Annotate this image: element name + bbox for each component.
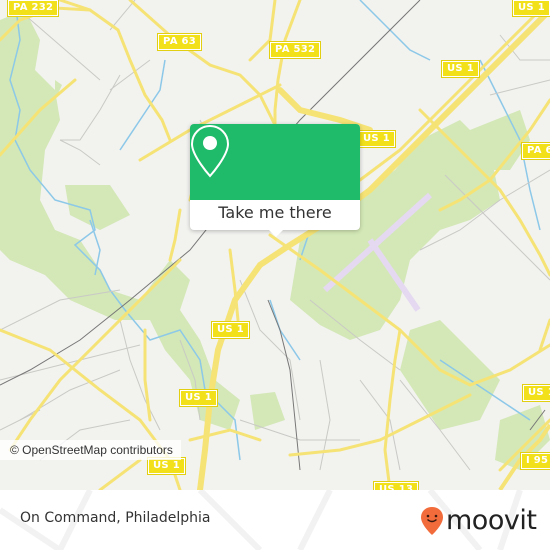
take-me-there-button[interactable]: Take me there	[190, 203, 360, 222]
place-name: On Command, Philadelphia	[20, 510, 211, 526]
road-shield-pa-63: PA 63	[156, 33, 203, 51]
road-shield-us-1: US 1	[522, 384, 550, 402]
road-shield-us-1: US 1	[512, 0, 550, 17]
moovit-logo[interactable]: moovit	[420, 504, 537, 538]
moovit-wordmark: moovit	[446, 505, 537, 536]
road-shield-pa-232: PA 232	[6, 0, 60, 17]
road-shield-us-1: US 1	[441, 60, 480, 78]
popup-pointer	[267, 228, 285, 237]
popup-header	[190, 124, 360, 200]
map-attribution[interactable]: © OpenStreetMap contributors	[0, 440, 181, 460]
road-shield-us-1: US 1	[147, 457, 186, 475]
road-shield-us-1: US 1	[211, 321, 250, 339]
moovit-pin-icon	[421, 507, 443, 535]
road-shield-pa-532: PA 532	[268, 41, 322, 59]
road-shield-us-1: US 1	[357, 130, 396, 148]
location-pin-icon	[190, 124, 230, 178]
road-shield-i-95: I 95	[519, 452, 550, 470]
map-view[interactable]: PA 232 PA 63 PA 532 US 1 US 1 US 1 PA 6 …	[0, 0, 550, 490]
footer-bar: On Command, Philadelphia moovit	[0, 490, 550, 550]
road-shield-us-13: US 13	[372, 481, 420, 490]
take-me-there-popup[interactable]: Take me there	[190, 124, 360, 237]
road-shield-us-1: US 1	[179, 389, 218, 407]
road-shield-pa-63: PA 6	[521, 142, 550, 160]
